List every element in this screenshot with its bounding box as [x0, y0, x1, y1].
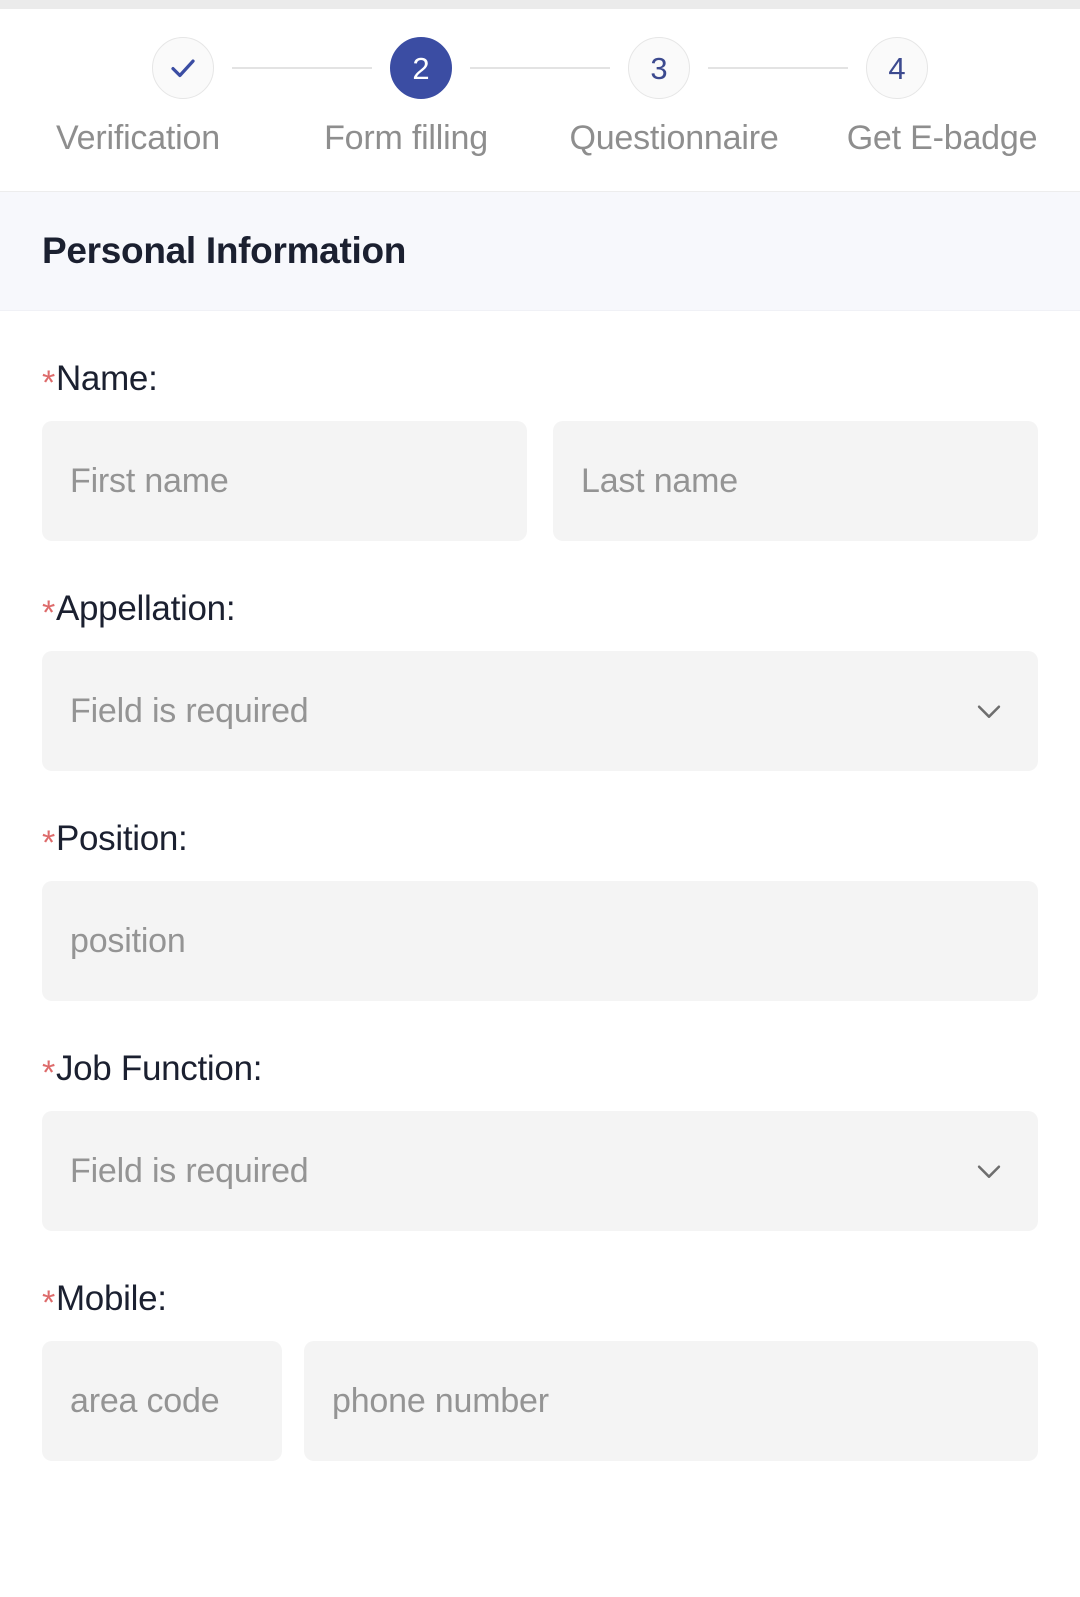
- area-code-placeholder: area code: [70, 1381, 220, 1420]
- check-icon: [171, 59, 195, 78]
- step-indicator-verification[interactable]: [152, 37, 214, 99]
- registration-form-page: 2 3 4 Verification Form filling Question…: [0, 0, 1080, 1597]
- step-connector-3: [708, 67, 848, 69]
- job-function-select[interactable]: Field is required: [42, 1111, 1038, 1231]
- label-mobile-text: Mobile:: [55, 1279, 167, 1318]
- personal-information-form: * Name: First name Last name * Appellati…: [0, 311, 1080, 1461]
- mobile-inputs-row: area code phone number: [42, 1341, 1038, 1461]
- label-appellation: * Appellation:: [42, 589, 1038, 632]
- label-position-text: Position:: [55, 819, 188, 858]
- appellation-select[interactable]: Field is required: [42, 651, 1038, 771]
- first-name-placeholder: First name: [70, 461, 229, 500]
- name-inputs-row: First name Last name: [42, 421, 1038, 541]
- last-name-input[interactable]: Last name: [553, 421, 1038, 541]
- field-group-appellation: * Appellation: Field is required: [42, 541, 1038, 771]
- step-number-3: 3: [650, 50, 668, 86]
- stepper-indicators: 2 3 4: [0, 37, 1080, 99]
- field-group-position: * Position: position: [42, 771, 1038, 1001]
- required-asterisk-job-function: *: [42, 1054, 55, 1092]
- label-name-text: Name:: [55, 359, 158, 398]
- label-mobile: * Mobile:: [42, 1279, 1038, 1322]
- position-input[interactable]: position: [42, 881, 1038, 1001]
- status-bar-strip: [0, 0, 1080, 9]
- phone-number-placeholder: phone number: [332, 1381, 549, 1420]
- label-job-function: * Job Function:: [42, 1049, 1038, 1092]
- first-name-input[interactable]: First name: [42, 421, 527, 541]
- step-indicator-questionnaire[interactable]: 3: [628, 37, 690, 99]
- step-number-2: 2: [412, 50, 430, 86]
- required-asterisk-name: *: [42, 364, 55, 402]
- position-placeholder: position: [70, 921, 186, 960]
- step-connector-2: [470, 67, 610, 69]
- label-job-function-text: Job Function:: [55, 1049, 263, 1088]
- required-asterisk-appellation: *: [42, 594, 55, 632]
- field-group-job-function: * Job Function: Field is required: [42, 1001, 1038, 1231]
- step-label-form-filling[interactable]: Form filling: [272, 119, 540, 158]
- step-label-verification[interactable]: Verification: [4, 119, 272, 158]
- step-indicator-form-filling[interactable]: 2: [390, 37, 452, 99]
- section-header-personal-information: Personal Information: [0, 192, 1080, 311]
- appellation-placeholder: Field is required: [70, 691, 309, 730]
- step-label-questionnaire[interactable]: Questionnaire: [540, 119, 808, 158]
- step-connector-1: [232, 67, 372, 69]
- chevron-down-icon: [977, 705, 1001, 718]
- job-function-placeholder: Field is required: [70, 1151, 309, 1190]
- progress-stepper: 2 3 4 Verification Form filling Question…: [0, 9, 1080, 192]
- step-number-4: 4: [888, 50, 906, 86]
- required-asterisk-position: *: [42, 824, 55, 862]
- area-code-input[interactable]: area code: [42, 1341, 282, 1461]
- field-group-mobile: * Mobile: area code phone number: [42, 1231, 1038, 1461]
- section-title: Personal Information: [42, 230, 407, 271]
- step-indicator-get-e-badge[interactable]: 4: [866, 37, 928, 99]
- label-appellation-text: Appellation:: [55, 589, 236, 628]
- phone-number-input[interactable]: phone number: [304, 1341, 1038, 1461]
- label-name: * Name:: [42, 359, 1038, 402]
- label-position: * Position:: [42, 819, 1038, 862]
- last-name-placeholder: Last name: [581, 461, 738, 500]
- field-group-name: * Name: First name Last name: [42, 311, 1038, 541]
- stepper-labels: Verification Form filling Questionnaire …: [0, 119, 1080, 158]
- chevron-down-icon: [977, 1165, 1001, 1178]
- required-asterisk-mobile: *: [42, 1284, 55, 1322]
- step-label-get-e-badge[interactable]: Get E-badge: [808, 119, 1076, 158]
